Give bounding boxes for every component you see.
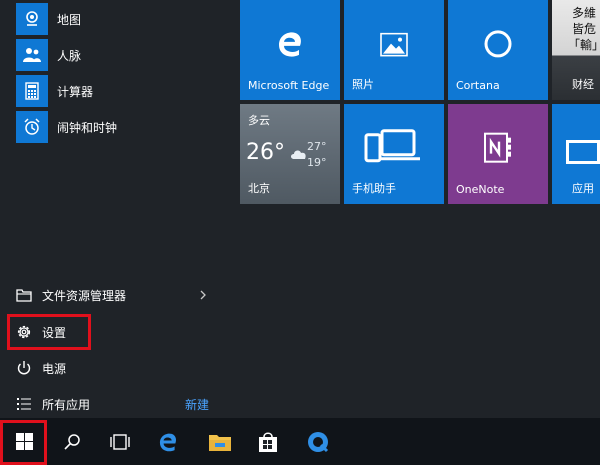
app-label-people: 人脉 [57, 48, 82, 63]
task-view-button[interactable] [96, 418, 144, 465]
store-bag-icon [566, 140, 600, 164]
tile-edge-label: Microsoft Edge [248, 79, 330, 92]
tile-apps-label: 应用 [572, 182, 594, 195]
tile-finance-label: 财经 [572, 78, 594, 91]
people-icon [16, 39, 48, 71]
app-label-maps: 地图 [57, 12, 82, 27]
onenote-icon [483, 132, 513, 168]
power-item[interactable]: 电源 [14, 354, 224, 382]
calculator-icon [16, 75, 48, 107]
settings-highlight [7, 314, 91, 350]
tile-photos-label: 照片 [352, 78, 374, 91]
taskbar-edge[interactable] [144, 418, 192, 465]
edge-icon [159, 433, 177, 451]
weather-temp: 26° [246, 140, 285, 165]
weather-low: 19° [307, 156, 327, 169]
app-label-calculator: 计算器 [57, 84, 94, 99]
app-item-calculator[interactable]: 计算器 [16, 75, 216, 107]
tile-weather[interactable]: 多云 26° 27° 19° 北京 [240, 104, 340, 204]
tile-onenote[interactable]: OneNote [448, 104, 548, 204]
taskbar [0, 418, 600, 465]
edge-icon [275, 29, 305, 63]
power-label: 电源 [42, 361, 67, 376]
start-button-highlight [0, 420, 47, 465]
app-item-maps[interactable]: 地图 [16, 3, 216, 35]
app-item-people[interactable]: 人脉 [16, 39, 216, 71]
chevron-right-icon[interactable] [196, 288, 210, 302]
cortana-icon [483, 29, 513, 63]
tile-apps[interactable]: 应用 [552, 104, 600, 204]
cloud-icon [291, 150, 306, 159]
task-view-icon [110, 433, 130, 450]
file-explorer-label: 文件资源管理器 [42, 288, 127, 303]
start-menu: 地图 人脉 计算器 闹钟和时钟 文件资源管理器 设置 电源 所有应用 新建 Mi… [0, 0, 600, 418]
power-icon [14, 358, 34, 378]
tile-cortana-label: Cortana [456, 79, 500, 92]
phone-laptop-icon [362, 127, 426, 171]
app-label-alarms: 闹钟和时钟 [57, 120, 118, 135]
tile-cortana[interactable]: Cortana [448, 0, 548, 100]
tile-photos[interactable]: 照片 [344, 0, 444, 100]
folder-icon [14, 285, 34, 305]
finance-headline-1: 多維 [572, 6, 597, 20]
search-icon [64, 433, 80, 450]
new-badge: 新建 [185, 398, 210, 412]
tile-phone-companion-label: 手机助手 [352, 182, 396, 195]
finance-headline-2: 皆危 [572, 22, 597, 36]
map-pin-icon [16, 3, 48, 35]
finance-headline-3: 「輸」 [568, 38, 600, 52]
weather-high: 27° [307, 140, 327, 153]
alarm-clock-icon [16, 111, 48, 143]
store-icon [259, 431, 277, 452]
all-apps-label: 所有应用 [42, 397, 91, 412]
tile-edge[interactable]: Microsoft Edge [240, 0, 340, 100]
folder-icon [209, 434, 231, 451]
taskbar-store[interactable] [244, 418, 292, 465]
search-button[interactable] [48, 418, 96, 465]
app-item-alarms[interactable]: 闹钟和时钟 [16, 111, 216, 143]
taskbar-app[interactable] [294, 418, 342, 465]
cloud-app-icon [308, 431, 329, 452]
tile-phone-companion[interactable]: 手机助手 [344, 104, 444, 204]
taskbar-file-explorer[interactable] [196, 418, 244, 465]
weather-condition: 多云 [248, 114, 270, 127]
tile-onenote-label: OneNote [456, 183, 505, 196]
list-icon [14, 394, 34, 414]
tile-finance[interactable]: 多維 皆危 「輸」 财经 [552, 0, 600, 100]
file-explorer-item[interactable]: 文件资源管理器 [14, 281, 224, 309]
photo-icon [380, 32, 408, 61]
weather-city: 北京 [248, 182, 270, 195]
